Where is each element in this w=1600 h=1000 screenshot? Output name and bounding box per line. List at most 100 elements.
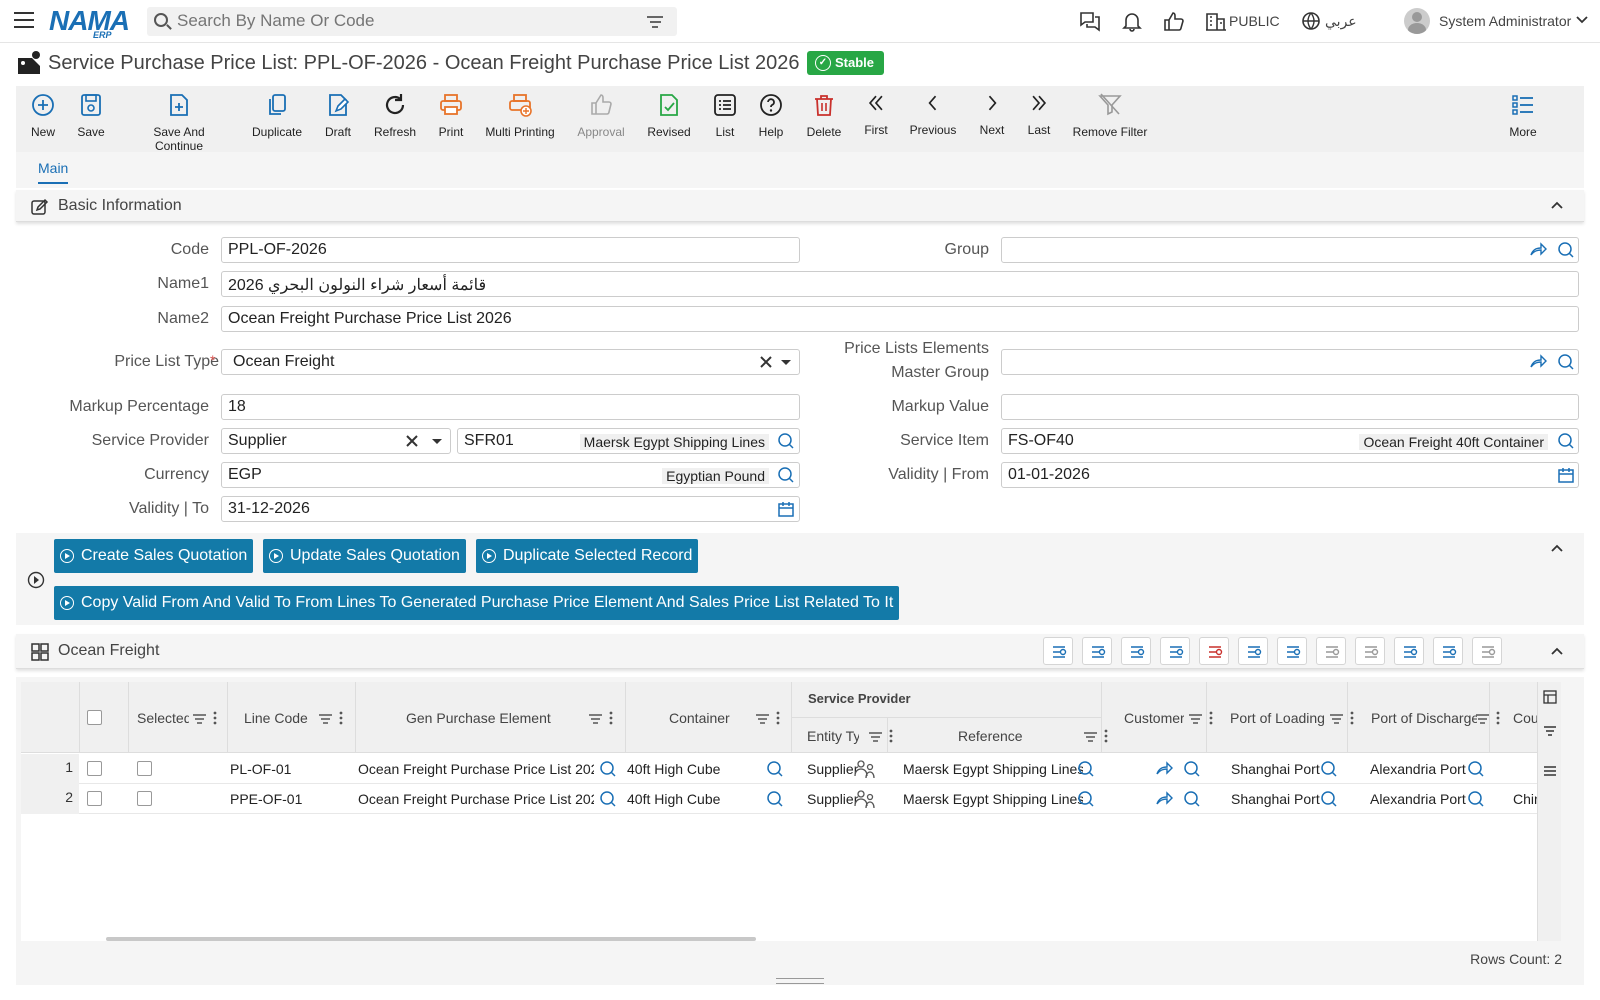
logo[interactable]: NAMA ERP	[49, 5, 130, 40]
clear-filter-icon[interactable]	[1472, 637, 1502, 665]
row-checkbox[interactable]	[87, 761, 102, 776]
entity-people-icon[interactable]	[853, 758, 877, 780]
markup-percentage-input[interactable]: 18	[221, 394, 800, 420]
create-sales-quotation-button[interactable]: Create Sales Quotation	[54, 539, 254, 573]
markup-value-input[interactable]	[1001, 394, 1579, 420]
column-filter-icon[interactable]	[1330, 712, 1343, 724]
col-entity-type[interactable]: Entity Type	[807, 728, 859, 744]
horizontal-scrollbar[interactable]	[106, 937, 756, 941]
building-icon[interactable]	[1204, 10, 1228, 32]
column-menu-icon[interactable]	[339, 711, 343, 725]
select-all-checkbox[interactable]	[87, 710, 102, 725]
lookup-icon[interactable]	[1320, 790, 1338, 811]
bell-icon[interactable]	[1120, 10, 1144, 32]
collapse-icon[interactable]	[1550, 644, 1564, 658]
lookup-icon[interactable]	[1467, 760, 1485, 781]
column-menu-icon[interactable]	[213, 711, 217, 725]
toolbar-save-button[interactable]: Save	[41, 92, 141, 139]
toolbar-more-button[interactable]: More	[1473, 92, 1573, 139]
basic-information-header[interactable]: Basic Information	[16, 190, 1584, 222]
grid-dots-icon[interactable]	[1355, 637, 1385, 665]
clear-icon[interactable]	[757, 353, 775, 371]
ple-master-group-input[interactable]	[1001, 349, 1579, 375]
column-menu-icon[interactable]	[1104, 729, 1108, 743]
search-input[interactable]	[177, 10, 637, 32]
collapse-icon[interactable]	[1550, 541, 1564, 555]
share-icon[interactable]	[1529, 353, 1547, 371]
entity-people-icon[interactable]	[853, 788, 877, 810]
name1-input[interactable]: قائمة أسعار شراء النولون البحري 2026	[221, 271, 1579, 297]
tab-main[interactable]: Main	[38, 160, 69, 184]
lookup-icon[interactable]	[1467, 790, 1485, 811]
column-filter-icon[interactable]	[193, 712, 206, 724]
lookup-icon[interactable]	[599, 760, 617, 781]
lookup-icon[interactable]	[1557, 241, 1575, 259]
column-menu-icon[interactable]	[1209, 711, 1213, 725]
fit-icon[interactable]	[1316, 637, 1346, 665]
lookup-icon[interactable]	[1077, 790, 1095, 811]
group-input[interactable]	[1001, 237, 1579, 263]
calendar-icon[interactable]	[777, 500, 795, 518]
column-menu-icon[interactable]	[1496, 711, 1500, 725]
collapse-icon[interactable]	[1550, 198, 1564, 212]
col-port-of-discharge[interactable]: Port of Discharge	[1371, 710, 1477, 726]
dropdown-icon[interactable]	[428, 432, 446, 450]
column-filter-icon[interactable]	[1084, 730, 1097, 742]
validity-to-input[interactable]: 31-12-2026	[221, 496, 800, 522]
globe-icon[interactable]	[1299, 10, 1323, 32]
chat-icon[interactable]	[1078, 10, 1102, 32]
add-rows-icon[interactable]	[1082, 637, 1112, 665]
column-menu-icon[interactable]	[1350, 711, 1354, 725]
resize-handle[interactable]	[776, 978, 824, 984]
clear-icon[interactable]	[403, 432, 421, 450]
column-filter-icon[interactable]	[1189, 712, 1202, 724]
copy-valid-dates-button[interactable]: Copy Valid From And Valid To From Lines …	[54, 586, 900, 620]
share-icon[interactable]	[1155, 760, 1173, 781]
menu-icon[interactable]	[14, 12, 34, 28]
service-item-input[interactable]: FS-OF40 Ocean Freight 40ft Container	[1001, 428, 1579, 454]
selected-checkbox[interactable]	[137, 761, 152, 776]
lookup-icon[interactable]	[777, 466, 795, 484]
filter-icon[interactable]	[647, 16, 663, 31]
lookup-icon[interactable]	[1557, 432, 1575, 450]
user-name[interactable]: System Administrator	[1439, 13, 1571, 29]
col-port-of-loading[interactable]: Port of Loading	[1230, 710, 1326, 726]
move-icon[interactable]	[1394, 637, 1424, 665]
columns-icon[interactable]	[1543, 690, 1557, 704]
col-gen-purchase-element[interactable]: Gen Purchase Element	[406, 710, 566, 726]
filter-icon[interactable]	[1543, 724, 1557, 738]
avatar[interactable]	[1404, 8, 1430, 34]
lookup-icon[interactable]	[1077, 760, 1095, 781]
lookup-icon[interactable]	[777, 432, 795, 450]
validity-from-input[interactable]: 01-01-2026	[1001, 462, 1579, 488]
table-row[interactable]: 1 PL-OF-01 Ocean Freight Purchase Price Li…	[21, 754, 1561, 784]
chevron-down-icon[interactable]	[1576, 15, 1588, 25]
share-icon[interactable]	[1155, 790, 1173, 811]
menu-icon[interactable]	[1543, 764, 1557, 778]
lookup-icon[interactable]	[1183, 790, 1201, 811]
lookup-icon[interactable]	[766, 760, 784, 781]
price-list-type-select[interactable]: Ocean Freight	[221, 349, 800, 375]
filter-lines-icon[interactable]	[1433, 637, 1463, 665]
ocean-freight-header[interactable]: Ocean Freight	[16, 634, 1584, 669]
table-row[interactable]: 2 PPE-OF-01 Ocean Freight Purchase Price L…	[21, 784, 1561, 814]
column-filter-icon[interactable]	[756, 712, 769, 724]
calendar-icon[interactable]	[1557, 466, 1575, 484]
col-reference[interactable]: Reference	[958, 728, 1038, 744]
copy-rows-icon[interactable]	[1121, 637, 1151, 665]
column-menu-icon[interactable]	[776, 711, 780, 725]
column-filter-icon[interactable]	[1476, 712, 1489, 724]
column-menu-icon[interactable]	[889, 729, 893, 743]
layers-icon[interactable]	[1160, 637, 1190, 665]
currency-input[interactable]: EGP Egyptian Pound	[221, 462, 800, 488]
name2-input[interactable]: Ocean Freight Purchase Price List 2026	[221, 306, 1579, 332]
lookup-icon[interactable]	[1183, 760, 1201, 781]
col-container[interactable]: Container	[669, 710, 749, 726]
delete-rows-icon[interactable]	[1199, 637, 1229, 665]
selected-checkbox[interactable]	[137, 791, 152, 806]
thumbs-up-icon[interactable]	[1162, 10, 1186, 32]
dropdown-icon[interactable]	[777, 353, 795, 371]
column-menu-icon[interactable]	[609, 711, 613, 725]
code-input[interactable]: PPL-OF-2026	[221, 237, 800, 263]
toolbar-remove-filter-button[interactable]: Remove Filter	[1060, 92, 1160, 139]
